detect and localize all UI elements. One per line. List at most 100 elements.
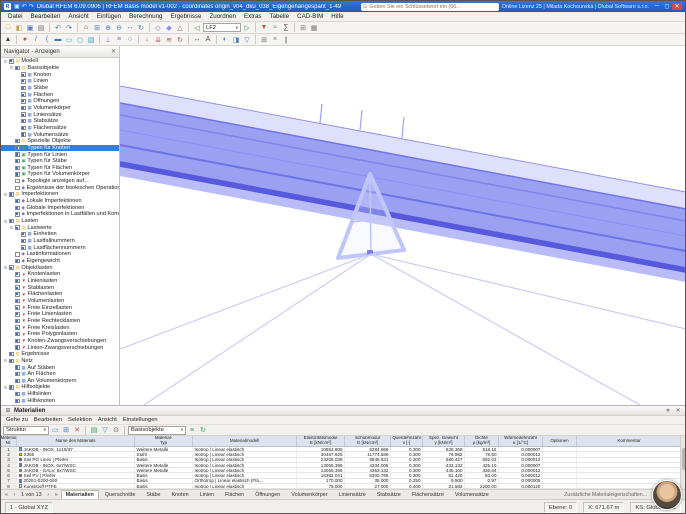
cell-modell[interactable]: Isotrop | Linear elastisch [193, 447, 297, 452]
visibility-checkbox[interactable] [21, 132, 26, 137]
cell-kom[interactable] [577, 462, 682, 468]
nav-item-freie-rechtecklasten[interactable]: ▼ Freie Rechtecklasten [1, 318, 119, 325]
qat-save-icon[interactable]: ▣ [14, 3, 20, 10]
column-header-nr[interactable]: Material Nr. [1, 436, 17, 446]
nav-item-stäbe[interactable]: ▦ Stäbe [1, 85, 119, 92]
menu-item-zuordnen[interactable]: Zuordnen [205, 13, 240, 20]
table-scrollbar[interactable] [680, 436, 685, 489]
cell-nr[interactable]: 5 [1, 468, 17, 473]
cell-nu[interactable]: 0.300 [391, 473, 423, 478]
cell-gamma[interactable]: 580.427 [423, 457, 465, 462]
keyword-search-input[interactable]: ⊙ Geben Sie ein Schlüsselwort ein (66... [360, 2, 499, 11]
cell-g[interactable]: 6300.785 [345, 473, 391, 478]
nav-item-topologie-anzeigen-auf[interactable]: ◆ Topologie anzeigen auf... [1, 178, 119, 185]
table-search-icon[interactable]: ⊙ [111, 425, 121, 435]
model-viewport[interactable] [120, 46, 685, 405]
cell-name[interactable]: JAKOB - INOX, 1x19/37 [17, 447, 135, 452]
nav-item-modell[interactable]: ⊟ ▤ Modell [1, 58, 119, 65]
nav-item-globale-imperfektionen[interactable]: ◆ Globale Imperfektionen [1, 204, 119, 211]
new-arc-icon[interactable]: ( [42, 35, 52, 45]
close-button[interactable]: ✕ [672, 3, 682, 10]
zoom-window-icon[interactable]: ⊞ [92, 23, 102, 33]
menu-item-datei[interactable]: Datei [4, 13, 26, 20]
cell-modell[interactable]: Isotrop | Linear elastisch [193, 452, 297, 457]
show-results-icon[interactable]: ≈ [270, 23, 280, 33]
cell-name[interactable]: Seil PV | Pfeifer [17, 473, 135, 478]
table-menu-selektion[interactable]: Selektion [65, 417, 95, 423]
column-header-modell[interactable]: Materialmodell [193, 436, 297, 446]
cell-name[interactable]: JAKOB - GALV, 6x7/WSC [17, 468, 135, 473]
new-node-icon[interactable]: ● [20, 35, 30, 45]
visibility-checkbox[interactable] [21, 245, 26, 250]
cell-name[interactable]: S355 [17, 452, 135, 457]
visibility-checkbox[interactable] [15, 338, 20, 344]
cell-alpha[interactable]: 0.000007 [499, 447, 543, 452]
new-surface-icon[interactable]: ▭ [64, 35, 74, 45]
nav-item-eigengewicht[interactable]: ◆ Eigengewicht [1, 258, 119, 265]
nav-item-flächensätze[interactable]: ▦ Flächensätze [1, 125, 119, 132]
nav-item-knoten[interactable]: ▦ Knoten [1, 71, 119, 78]
table-filter-icon[interactable]: ▽ [100, 425, 110, 435]
nav-item-freie-einzellasten[interactable]: ▼ Freie Einzellasten [1, 304, 119, 311]
scrollbar-thumb[interactable] [681, 448, 685, 470]
expander-icon[interactable]: ⊟ [3, 358, 8, 363]
open-model-icon[interactable]: ◧ [14, 23, 24, 33]
visibility-checkbox[interactable] [15, 331, 20, 337]
cell-e[interactable]: 13055.396 [297, 468, 345, 473]
render-mode-icon[interactable]: ◆ [164, 23, 174, 33]
table-delete-icon[interactable]: ✕ [72, 425, 82, 435]
visibility-checkbox[interactable] [21, 238, 26, 244]
expander-icon[interactable]: ⊟ [3, 192, 8, 197]
cell-typ[interactable]: Basis [135, 457, 193, 462]
line-load-icon[interactable]: ⇊ [153, 35, 163, 45]
nav-item-volumensätze[interactable]: ▦ Volumensätze [1, 131, 119, 138]
maximize-button[interactable]: ◻ [662, 3, 672, 10]
cell-rho[interactable]: 592.03 [465, 457, 499, 462]
expander-icon[interactable]: ⊟ [3, 385, 8, 390]
table-tab-volumensätze[interactable]: Volumensätze [450, 490, 494, 499]
nav-item-netz[interactable]: ⊟ ▤ Netz [1, 358, 119, 365]
cell-gamma[interactable]: 9.500 [423, 478, 465, 484]
table-tab-stabsätze[interactable]: Stabsätze [372, 490, 406, 499]
visibility-checkbox[interactable] [15, 371, 20, 377]
visibility-checkbox[interactable] [15, 185, 20, 191]
table-menu-bearbeiten[interactable]: Bearbeiten [31, 417, 65, 423]
user-avatar-photo[interactable] [652, 480, 682, 510]
nav-item-typen-für-knoten[interactable]: ▣ Typen für Knoten [1, 144, 119, 152]
cell-opt[interactable] [543, 484, 577, 489]
cell-g[interactable]: 8848.631 [345, 457, 391, 462]
nav-item-linienlasten[interactable]: ▼ Linienlasten [1, 278, 119, 285]
nav-item-imperfektionen[interactable]: ⊟ ▤ Imperfektionen [1, 191, 119, 198]
cell-nr[interactable]: 1 [1, 447, 17, 452]
visibility-checkbox[interactable] [21, 72, 26, 77]
cell-e[interactable]: 16382.041 [297, 473, 345, 478]
visibility-checkbox[interactable] [21, 99, 26, 104]
cell-name[interactable]: Kunststoff PTFE [17, 484, 135, 489]
visibility-checkbox[interactable] [21, 118, 26, 124]
new-opening-icon[interactable]: ◻ [75, 35, 85, 45]
visibility-checkbox[interactable] [15, 198, 20, 204]
nav-item-einheiten[interactable]: ▦ Einheiten [1, 231, 119, 238]
cell-e[interactable]: 170.000 [297, 478, 345, 484]
visibility-icon[interactable]: ◐ [220, 35, 230, 45]
nav-item-lastinformationen[interactable]: ◆ Lastinformationen [1, 251, 119, 258]
redo-icon[interactable]: ↷ [64, 23, 74, 33]
column-header-g[interactable]: Schubmodul G [kN/cm²] [345, 436, 391, 446]
visibility-checkbox[interactable] [15, 152, 20, 157]
nav-item-an-flächen[interactable]: ▦ An Flächen [1, 371, 119, 378]
cell-modell[interactable]: Isotrop | Linear elastisch [193, 473, 297, 478]
dimension-icon[interactable]: ↔ [192, 35, 202, 45]
next-loadcase-icon[interactable]: ▷ [242, 23, 252, 33]
cell-opt[interactable] [543, 478, 577, 484]
visibility-checkbox[interactable] [21, 85, 26, 91]
pan-view-icon[interactable]: ↔ [125, 23, 135, 33]
expander-icon[interactable]: ⊟ [9, 225, 14, 230]
nodal-support-icon[interactable]: ⊥ [103, 35, 113, 45]
visibility-checkbox[interactable] [15, 378, 20, 384]
cell-typ[interactable]: Weitere Metalle [135, 462, 193, 468]
visibility-checkbox[interactable] [21, 92, 26, 97]
visibility-checkbox[interactable] [15, 305, 20, 310]
loadcase-combo[interactable]: LF2 ▾ [203, 23, 241, 32]
table-tab-linien[interactable]: Linien [195, 490, 219, 499]
visibility-checkbox[interactable] [15, 345, 20, 350]
